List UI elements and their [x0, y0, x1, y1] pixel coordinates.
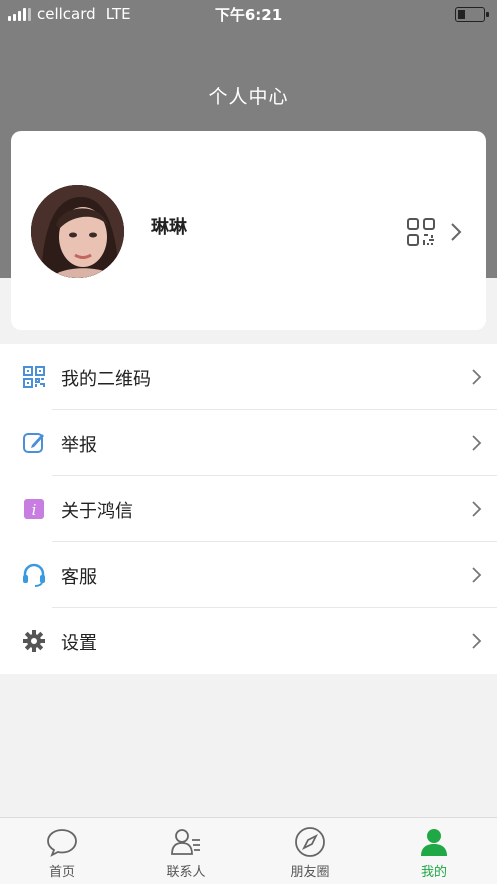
- svg-text:i: i: [32, 501, 37, 519]
- status-bar: cellcard LTE 下午6:21: [0, 0, 497, 28]
- status-time: 下午6:21: [214, 6, 283, 24]
- qrcode-icon[interactable]: [406, 217, 436, 247]
- chevron-right-icon: [472, 567, 482, 583]
- headset-icon: [23, 563, 45, 587]
- person-icon: [421, 829, 447, 856]
- tab-home[interactable]: 首页: [0, 818, 124, 884]
- chevron-right-icon[interactable]: [449, 221, 463, 243]
- menu-item-label: 设置: [61, 633, 97, 654]
- profile-name: 琳琳: [151, 217, 187, 238]
- chevron-right-icon: [472, 633, 482, 649]
- chevron-right-icon: [472, 435, 482, 451]
- gear-icon: [23, 630, 45, 652]
- menu-item-about[interactable]: i 关于鸿信: [0, 476, 497, 542]
- tab-label: 首页: [48, 865, 75, 880]
- menu-item-label: 客服: [61, 567, 97, 588]
- menu-item-label: 关于鸿信: [61, 501, 133, 522]
- chevron-right-icon: [472, 501, 482, 517]
- menu-item-customer-service[interactable]: 客服: [0, 542, 497, 608]
- menu-item-label: 举报: [61, 435, 97, 456]
- qrcode-icon: [23, 366, 45, 388]
- menu-item-report[interactable]: 举报: [0, 410, 497, 476]
- menu-item-my-qrcode[interactable]: 我的二维码: [0, 344, 497, 410]
- contacts-icon: [171, 829, 200, 855]
- tab-contacts[interactable]: 联系人: [124, 818, 248, 884]
- tab-label: 联系人: [166, 865, 206, 880]
- tab-label: 我的: [420, 865, 447, 880]
- info-icon: i: [24, 499, 44, 519]
- bottom-tab-bar: 首页 联系人 朋友圈 我的: [0, 817, 497, 884]
- menu-item-label: 我的二维码: [61, 369, 151, 390]
- tab-label: 朋友圈: [290, 865, 330, 880]
- battery-icon: [455, 7, 489, 22]
- menu-item-settings[interactable]: 设置: [0, 608, 497, 674]
- avatar[interactable]: [31, 185, 124, 278]
- compass-icon: [295, 827, 325, 857]
- menu-list: 我的二维码 举报 i 关于鸿信 客服 设置: [0, 344, 497, 674]
- tab-moments[interactable]: 朋友圈: [248, 818, 372, 884]
- chat-bubble-icon: [47, 829, 77, 857]
- page-title: 个人中心: [208, 86, 289, 108]
- profile-card[interactable]: 琳琳: [11, 131, 486, 330]
- tab-mine[interactable]: 我的: [372, 818, 496, 884]
- edit-icon: [23, 433, 44, 453]
- chevron-right-icon: [472, 369, 482, 385]
